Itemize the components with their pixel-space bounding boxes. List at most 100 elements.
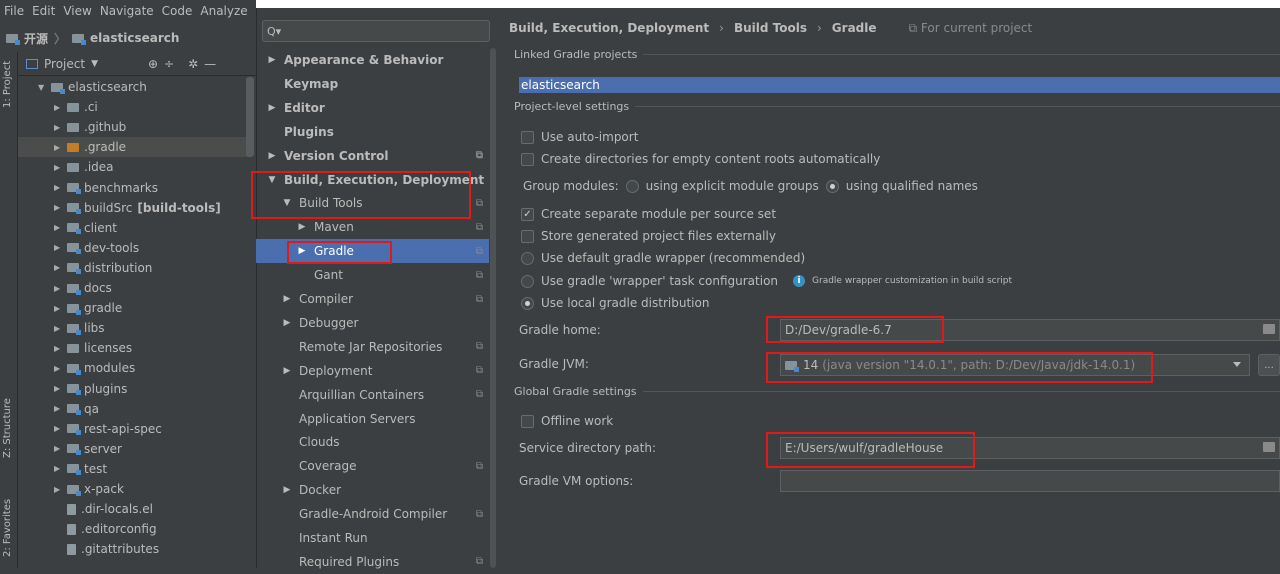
menu-view[interactable]: View [59, 4, 95, 24]
menu-edit[interactable]: Edit [28, 4, 59, 24]
chevron-right-icon[interactable]: ▶ [279, 318, 295, 328]
chevron-right-icon[interactable]: ▶ [54, 203, 62, 212]
chevron-right-icon[interactable]: ▶ [54, 183, 62, 192]
chevron-down-icon[interactable]: ▼ [38, 83, 46, 92]
chevron-down-icon[interactable]: ▼ [264, 175, 280, 185]
auto-import-checkbox[interactable] [521, 130, 534, 144]
gear-icon[interactable]: ✲ [188, 57, 198, 71]
chevron-right-icon[interactable]: ▶ [279, 366, 295, 376]
tree-item[interactable]: .dir-locals.el [18, 499, 248, 519]
tree-item[interactable]: .editorconfig [18, 519, 248, 539]
chevron-right-icon[interactable]: ▶ [54, 103, 62, 112]
tree-scrollbar[interactable] [246, 77, 254, 157]
chevron-right-icon[interactable]: ▶ [264, 103, 280, 113]
wrapper-hint[interactable]: Gradle wrapper customization in build sc… [812, 276, 1012, 286]
chevron-right-icon[interactable]: ▶ [54, 324, 62, 333]
settings-item[interactable]: Gant ⧉ [256, 263, 497, 287]
create-dirs-checkbox[interactable] [521, 152, 534, 166]
tree-item[interactable]: ▶ plugins [18, 379, 248, 399]
separate-module-checkbox[interactable]: ✓ [521, 207, 534, 221]
chevron-right-icon[interactable]: ▶ [54, 344, 62, 353]
menu-analyze[interactable]: Analyze [196, 4, 251, 24]
chevron-right-icon[interactable]: ▶ [54, 284, 62, 293]
folder-browse-icon[interactable] [1263, 442, 1275, 452]
tree-item[interactable]: ▶ distribution [18, 258, 248, 278]
settings-item[interactable]: ▶ Editor [256, 96, 497, 120]
tree-item[interactable]: ▶ licenses [18, 338, 248, 358]
option-auto-import[interactable]: Use auto-import [521, 128, 638, 146]
chevron-right-icon[interactable]: ▶ [54, 364, 62, 373]
gradle-jvm-select[interactable]: 14 (java version "14.0.1", path: D:/Dev/… [780, 354, 1250, 376]
tree-item[interactable]: ▶ benchmarks [18, 178, 248, 198]
local-distribution-radio[interactable] [521, 296, 534, 310]
menu-code[interactable]: Code [158, 4, 197, 24]
settings-item[interactable]: ▶ Deployment ⧉ [256, 359, 497, 383]
minimize-icon[interactable]: — [204, 57, 216, 71]
chevron-right-icon[interactable]: ▶ [54, 424, 62, 433]
chevron-right-icon[interactable]: ▶ [54, 243, 62, 252]
tree-item[interactable]: ▶ client [18, 218, 248, 238]
settings-item[interactable]: ▶ Version Control ⧉ [256, 144, 497, 168]
settings-item[interactable]: Coverage ⧉ [256, 454, 497, 478]
chevron-right-icon[interactable]: ▶ [279, 485, 295, 495]
tree-item[interactable]: ▶ test [18, 459, 248, 479]
project-view-selector[interactable]: Project [44, 57, 85, 71]
chevron-right-icon[interactable]: ▶ [54, 123, 62, 132]
tab-favorites[interactable]: 2: Favorites [2, 499, 13, 557]
tree-item[interactable]: ▶ .idea [18, 157, 248, 177]
option-wrapper-task[interactable]: Use gradle 'wrapper' task configuration … [521, 272, 1012, 290]
chevron-right-icon[interactable]: ▶ [54, 404, 62, 413]
qualified-names-radio[interactable] [825, 179, 839, 193]
chevron-right-icon[interactable]: ▶ [54, 304, 62, 313]
tree-item[interactable]: ▶ .github [18, 117, 248, 137]
chevron-right-icon[interactable]: ▶ [54, 223, 62, 232]
chevron-down-icon[interactable]: ▼ [91, 59, 98, 69]
folder-browse-icon[interactable] [1263, 324, 1275, 334]
chevron-right-icon[interactable]: ▶ [54, 143, 62, 152]
menu-navigate[interactable]: Navigate [96, 4, 158, 24]
tree-item[interactable]: ▶ modules [18, 358, 248, 378]
tree-item[interactable]: ▶ libs [18, 318, 248, 338]
settings-item[interactable]: Plugins [256, 120, 497, 144]
settings-item[interactable]: ▼ Build, Execution, Deployment [256, 168, 497, 192]
chevron-right-icon[interactable]: ▶ [54, 384, 62, 393]
settings-item[interactable]: ▼ Build Tools ⧉ [256, 191, 497, 215]
settings-item[interactable]: ▶ Appearance & Behavior [256, 48, 497, 72]
chevron-right-icon[interactable]: ▶ [264, 55, 280, 65]
store-external-checkbox[interactable] [521, 229, 534, 243]
settings-item[interactable]: ▶ Compiler ⧉ [256, 287, 497, 311]
settings-search-input[interactable]: Q▾ [262, 20, 490, 42]
tree-item[interactable]: ▶ qa [18, 399, 248, 419]
vm-options-field[interactable] [780, 470, 1280, 492]
settings-item[interactable]: Remote Jar Repositories ⧉ [256, 335, 497, 359]
option-local-distribution[interactable]: Use local gradle distribution [521, 294, 709, 312]
settings-item[interactable]: Arquillian Containers ⧉ [256, 383, 497, 407]
option-default-wrapper[interactable]: Use default gradle wrapper (recommended) [521, 249, 805, 267]
settings-item[interactable]: ▶ Maven ⧉ [256, 215, 497, 239]
tree-item[interactable]: ▼ elasticsearch [18, 77, 248, 97]
tab-structure[interactable]: Z: Structure [2, 398, 13, 458]
service-dir-field[interactable]: E:/Users/wulf/gradleHouse [780, 437, 1280, 459]
option-separate-module[interactable]: ✓ Create separate module per source set [521, 205, 776, 223]
jvm-more-button[interactable]: ... [1258, 354, 1280, 376]
settings-tree-scrollbar[interactable] [489, 48, 497, 568]
settings-item[interactable]: Keymap [256, 72, 497, 96]
settings-item[interactable]: Gradle-Android Compiler ⧉ [256, 502, 497, 526]
settings-item[interactable]: Application Servers [256, 407, 497, 431]
chevron-right-icon[interactable]: ▶ [54, 163, 62, 172]
default-wrapper-radio[interactable] [521, 251, 534, 265]
linked-project-item[interactable]: elasticsearch [519, 77, 1280, 93]
chevron-right-icon[interactable]: ▶ [54, 444, 62, 453]
chevron-right-icon[interactable]: ▶ [264, 151, 280, 161]
chevron-down-icon[interactable]: ▼ [279, 198, 295, 208]
menu-file[interactable]: File [0, 4, 28, 24]
option-store-external[interactable]: Store generated project files externally [521, 227, 776, 245]
tree-item[interactable]: ▶ docs [18, 278, 248, 298]
collapse-all-icon[interactable]: ÷ [164, 57, 174, 71]
tree-item[interactable]: ▶ buildSrc [build-tools] [18, 198, 248, 218]
settings-item[interactable]: Instant Run [256, 526, 497, 550]
tab-project[interactable]: 1: Project [2, 61, 13, 108]
wrapper-task-radio[interactable] [521, 274, 534, 288]
tree-item[interactable]: ▶ server [18, 439, 248, 459]
gradle-home-field[interactable]: D:/Dev/gradle-6.7 [780, 319, 1280, 341]
